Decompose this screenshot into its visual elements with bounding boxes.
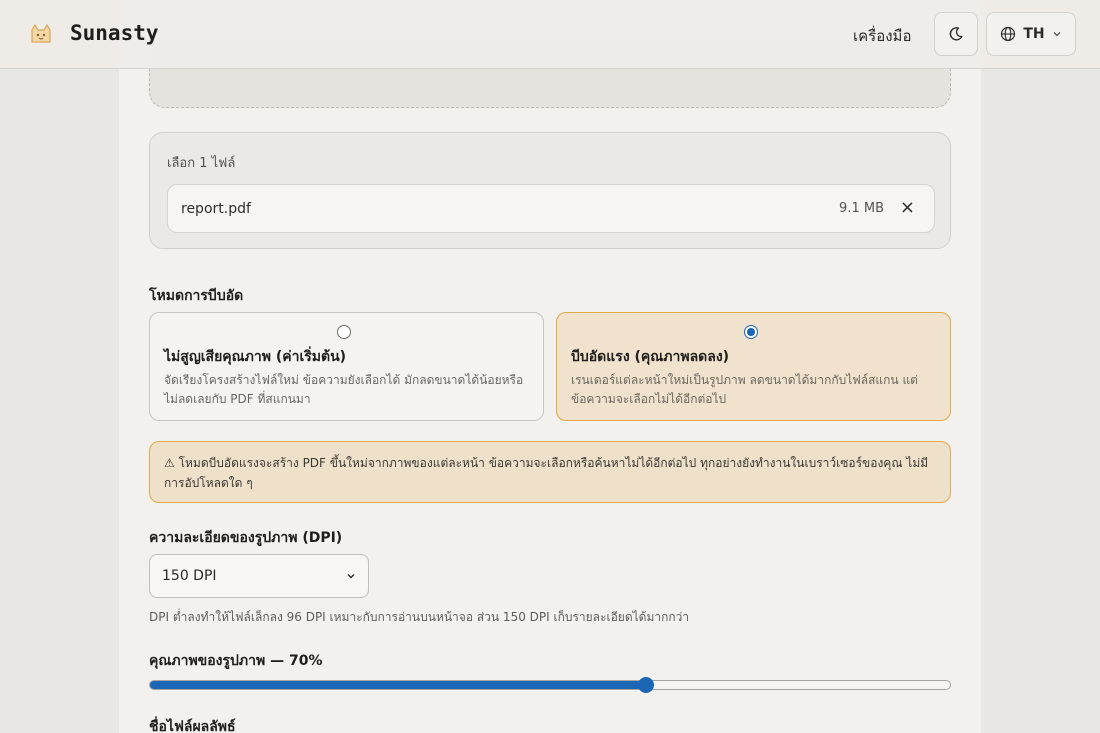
file-name: report.pdf [181,201,251,217]
dpi-selected-value: 150 DPI [162,568,217,584]
mode-desc-lossless: จัดเรียงโครงสร้างไฟล์ใหม่ ข้อความยังเลือ… [164,373,524,406]
brand-name: Sunasty [70,21,159,45]
language-label: TH [1023,26,1045,42]
radio-aggressive[interactable] [744,325,758,339]
quality-slider-track[interactable] [149,680,951,690]
selected-files-panel: เลือก 1 ไฟล์ report.pdf 9.1 MB × [149,132,951,249]
language-selector[interactable]: TH [986,12,1076,56]
theme-toggle-button[interactable] [934,12,978,56]
selected-files-count: เลือก 1 ไฟล์ [167,156,236,171]
moon-icon [949,27,963,41]
radio-lossless[interactable] [337,325,351,339]
file-size: 9.1 MB [839,201,884,216]
quality-slider-handle[interactable] [638,677,655,693]
dpi-label: ความละเอียดของรูปภาพ (DPI) [149,530,343,546]
output-filename-label: ชื่อไฟล์ผลลัพธ์ [149,719,236,733]
mode-title-lossless: ไม่สูญเสียคุณภาพ (ค่าเริ่มต้น) [164,349,347,365]
top-navigation: Sunasty เครื่องมือ TH [0,0,1100,69]
mode-desc-aggressive: เรนเดอร์แต่ละหน้าใหม่เป็นรูปภาพ ลดขนาดได… [571,373,918,406]
cat-logo-icon [31,23,51,43]
quality-slider-fill [150,681,646,689]
chevron-down-icon [347,574,355,579]
mode-title-aggressive: บีบอัดแรง (คุณภาพลดลง) [571,349,730,365]
dpi-select[interactable]: 150 DPI [149,554,369,598]
quality-label: คุณภาพของรูปภาพ — 70% [149,653,323,669]
chevron-down-icon [1053,32,1061,37]
warning-banner: ⚠ โหมดบีบอัดแรงจะสร้าง PDF ขึ้นใหม่จากภา… [149,441,951,503]
file-item: report.pdf 9.1 MB × [167,184,935,233]
main-panel: เลือก 1 ไฟล์ report.pdf 9.1 MB × โหมดการ… [119,0,981,733]
mode-option-lossless[interactable]: ไม่สูญเสียคุณภาพ (ค่าเริ่มต้น) จัดเรียงโ… [149,312,544,421]
dpi-hint: DPI ต่ำลงทำให้ไฟล์เล็กลง 96 DPI เหมาะกับ… [149,610,690,624]
globe-icon [1001,26,1016,42]
compression-mode-label: โหมดการบีบอัด [149,288,244,304]
tools-link[interactable]: เครื่องมือ [853,24,911,48]
brand[interactable]: Sunasty [26,18,159,48]
remove-file-button[interactable]: × [900,197,915,218]
mode-option-aggressive[interactable]: บีบอัดแรง (คุณภาพลดลง) เรนเดอร์แต่ละหน้า… [556,312,951,421]
